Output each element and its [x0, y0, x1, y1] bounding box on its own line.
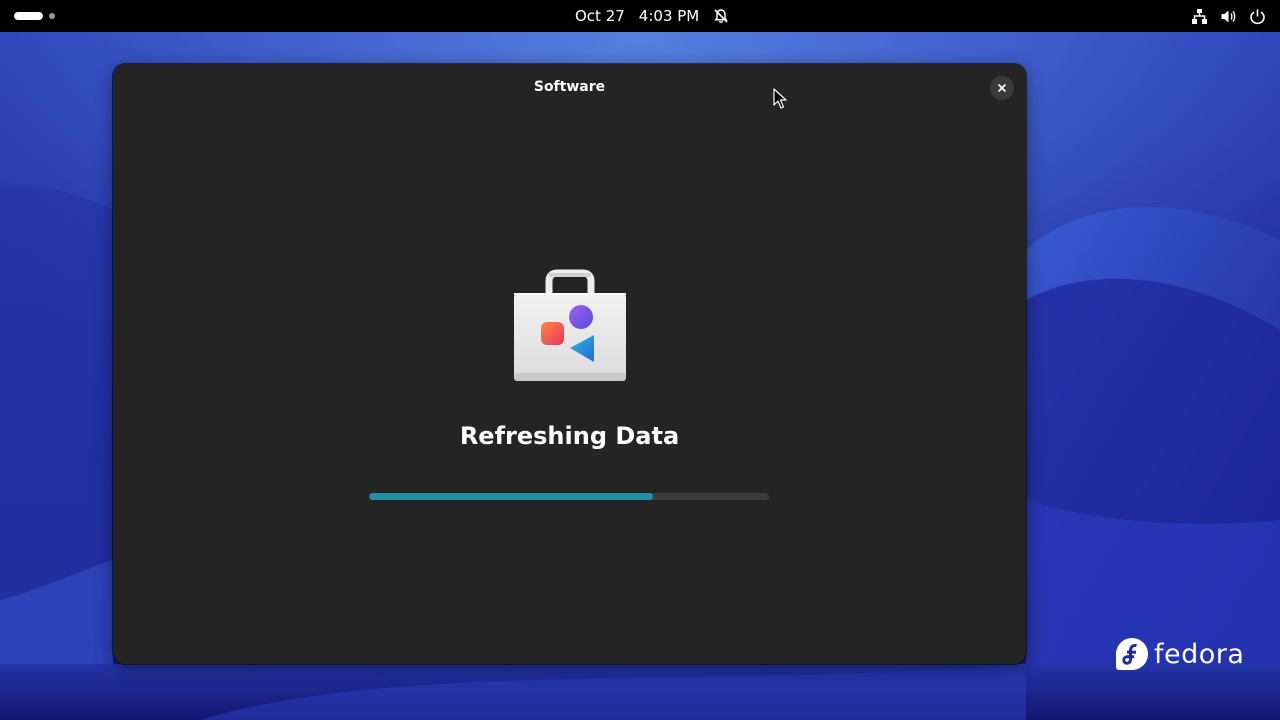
status-title: Refreshing Data: [459, 422, 680, 450]
fedora-logo: fedora: [1116, 638, 1244, 670]
notifications-disabled-icon: [714, 9, 728, 23]
date-label: Oct 27: [575, 7, 625, 25]
volume-icon: [1221, 10, 1236, 22]
workspace-indicator-active: [14, 12, 43, 20]
fedora-logo-text: fedora: [1154, 638, 1245, 670]
software-window: Software Refreshing Data: [113, 64, 1026, 664]
close-icon: [997, 83, 1007, 93]
top-bar: Oct 27 4:03 PM: [0, 0, 1280, 32]
progress-fill: [369, 493, 653, 500]
progress-bar: [369, 493, 769, 500]
workspace-indicator-dot: [49, 13, 55, 19]
close-button[interactable]: [990, 76, 1014, 100]
software-bag-icon: [514, 269, 626, 381]
time-label: 4:03 PM: [638, 7, 700, 25]
system-menu-button[interactable]: [1191, 0, 1266, 32]
mouse-cursor: [773, 88, 787, 109]
activities-button[interactable]: [14, 9, 58, 23]
fedora-logo-icon: [1116, 638, 1148, 670]
window-title: Software: [533, 79, 606, 95]
clock-button[interactable]: Oct 27 4:03 PM: [575, 0, 745, 32]
network-icon: [1192, 8, 1207, 24]
power-icon: [1250, 9, 1265, 24]
